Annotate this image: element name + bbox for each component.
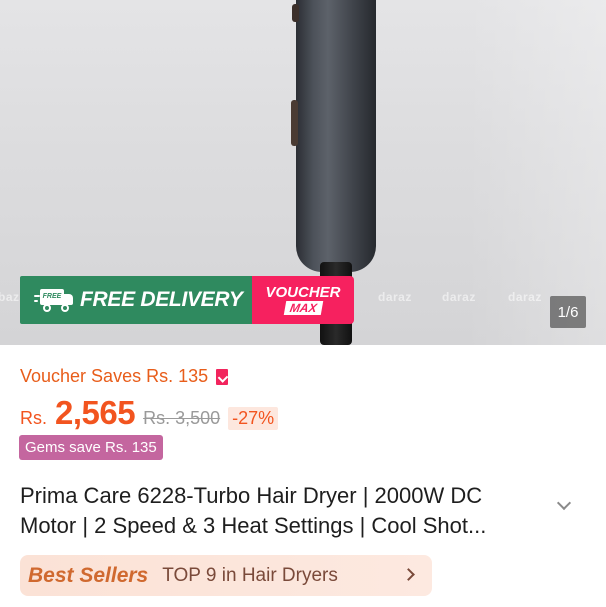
voucher-saves-text: Voucher Saves Rs. 135 xyxy=(20,366,209,386)
price-value: 2,565 xyxy=(55,394,136,431)
voucher-max-badge: VOUCHER MAX xyxy=(252,276,354,324)
price-row: Rs. 2,565 Rs. 3,500 -27% xyxy=(20,394,279,432)
discount-badge: -27% xyxy=(228,407,279,430)
price-currency: Rs. xyxy=(20,408,47,428)
best-sellers-banner[interactable]: Best Sellers TOP 9 in Hair Dryers xyxy=(20,555,432,596)
chevron-right-icon xyxy=(404,569,414,579)
truck-label: FREE xyxy=(40,289,64,305)
gems-save-badge: Gems save Rs. 135 xyxy=(19,435,163,460)
product-image xyxy=(296,0,376,272)
best-sellers-rank: TOP 9 in Hair Dryers xyxy=(162,564,338,586)
promo-banner: FREE FREE DELIVERY VOUCHER MAX xyxy=(20,276,354,324)
delivery-truck-icon: FREE xyxy=(34,287,74,313)
voucher-max-top: VOUCHER xyxy=(265,284,341,301)
voucher-saves-row[interactable]: Voucher Saves Rs. 135 xyxy=(20,366,229,387)
original-price: Rs. 3,500 xyxy=(143,408,221,428)
product-image-gallery[interactable]: bazar zar daraz daraz daraz FREE FREE DE… xyxy=(0,0,606,345)
watermark: daraz xyxy=(508,290,542,304)
product-title: Prima Care 6228-Turbo Hair Dryer | 2000W… xyxy=(20,483,487,538)
chevron-down-icon[interactable] xyxy=(556,497,572,513)
free-delivery-badge: FREE FREE DELIVERY xyxy=(20,276,252,324)
watermark: daraz xyxy=(378,290,412,304)
watermark: daraz xyxy=(442,290,476,304)
product-image-detail xyxy=(291,100,298,146)
best-sellers-label: Best Sellers xyxy=(28,563,149,587)
image-counter: 1/6 xyxy=(550,296,586,328)
product-page: bazar zar daraz daraz daraz FREE FREE DE… xyxy=(0,0,606,607)
voucher-max-label: MAX xyxy=(283,301,323,315)
voucher-tag-icon xyxy=(216,368,229,385)
free-delivery-text: FREE DELIVERY xyxy=(80,288,243,311)
product-image-detail xyxy=(292,4,299,22)
